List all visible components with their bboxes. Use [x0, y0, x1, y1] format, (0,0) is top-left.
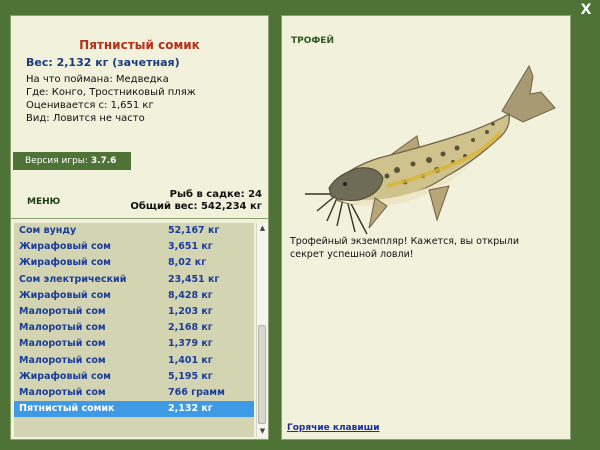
catch-list-panel: Сом вунду 52,167 кг Жирафовый сом 3,651 кг Ж… [10, 219, 269, 440]
menu-button[interactable]: МЕНЮ [27, 197, 60, 207]
list-item-name: Жирафовый сом [19, 289, 111, 301]
list-item-name: Малоротый сом [19, 386, 106, 398]
list-item-weight: 1,379 кг [168, 338, 213, 350]
scroll-thumb[interactable] [258, 325, 266, 424]
list-item[interactable]: Жирафовый сом 5,195 кг [14, 369, 254, 385]
list-item-weight: 8,428 кг [168, 289, 213, 301]
catfish-image [305, 64, 556, 235]
fish-title: Пятнистый сомик [79, 38, 200, 52]
list-item-weight: 1,401 кг [168, 354, 213, 366]
list-item-weight: 8,02 кг [168, 257, 207, 269]
list-item-name: Жирафовый сом [19, 370, 111, 382]
list-item-name: Жирафовый сом [19, 241, 111, 253]
fish-weight: Вес: 2,132 кг (зачетная) [26, 56, 180, 69]
list-item-weight: 2,132 кг [168, 403, 213, 415]
list-item[interactable]: Жирафовый сом 3,651 кг [14, 239, 254, 255]
list-item[interactable]: Жирафовый сом 8,02 кг [14, 255, 254, 271]
list-item-weight: 3,651 кг [168, 241, 213, 253]
close-button[interactable]: X [578, 2, 594, 18]
list-item-weight: 1,203 кг [168, 305, 213, 317]
rarity-line: Вид: Ловится не часто [26, 113, 145, 124]
list-item-name: Малоротый сом [19, 354, 106, 366]
list-item[interactable]: Малоротый сом 1,379 кг [14, 336, 254, 352]
catch-list: Сом вунду 52,167 кг Жирафовый сом 3,651 кг Ж… [14, 223, 254, 437]
list-item-name: Сом электрический [19, 273, 127, 285]
scroll-down-icon[interactable]: ▼ [257, 426, 268, 437]
catch-list-scrollbar[interactable]: ▲ ▼ [256, 223, 268, 437]
fish-info-panel: Пятнистый сомик Вес: 2,132 кг (зачетная)… [10, 15, 269, 219]
version-badge: Версия игры: 3.7.6 [13, 152, 131, 170]
list-item-weight: 2,168 кг [168, 322, 213, 334]
version-value: 3.7.6 [90, 156, 117, 166]
list-item-name: Малоротый сом [19, 338, 106, 350]
trophy-panel: ТРОФЕЙ Трофейный экземпляр! Кажется, вы … [281, 15, 571, 440]
trophy-threshold-line: Оценивается с: 1,651 кг [26, 100, 154, 111]
list-item-weight: 23,451 кг [168, 273, 220, 285]
list-item-name: Малоротый сом [19, 305, 106, 317]
list-item[interactable]: Сом вунду 52,167 кг [14, 223, 254, 239]
scroll-up-icon[interactable]: ▲ [257, 223, 268, 234]
list-item-weight: 5,195 кг [168, 370, 213, 382]
list-item[interactable]: Пятнистый сомик 2,132 кг [14, 401, 254, 418]
catch-stats: Рыб в садке: 24 Общий вес: 542,234 кг [130, 189, 262, 213]
list-item-name: Малоротый сом [19, 322, 106, 334]
list-item[interactable]: Малоротый сом 766 грамм [14, 385, 254, 401]
list-item[interactable]: Малоротый сом 1,203 кг [14, 304, 254, 320]
list-item-weight: 52,167 кг [168, 225, 220, 236]
list-item[interactable]: Малоротый сом 2,168 кг [14, 320, 254, 336]
total-weight: Общий вес: 542,234 кг [130, 201, 262, 212]
list-item-name: Пятнистый сомик [19, 403, 115, 415]
fish-details: На что поймана: Медведка Где: Конго, Тро… [26, 73, 196, 125]
list-item[interactable]: Жирафовый сом 8,428 кг [14, 288, 254, 304]
location-line: Где: Конго, Тростниковый пляж [26, 87, 196, 98]
trophy-message: Трофейный экземпляр! Кажется, вы открыли… [290, 236, 520, 260]
list-item[interactable]: Малоротый сом 1,401 кг [14, 353, 254, 369]
list-item-weight: 766 грамм [168, 386, 225, 398]
list-item[interactable]: Сом электрический 23,451 кг [14, 272, 254, 288]
list-item-name: Жирафовый сом [19, 257, 111, 269]
list-item-name: Сом вунду [19, 225, 77, 236]
hotkeys-link[interactable]: Горячие клавиши [287, 423, 380, 433]
bait-line: На что поймана: Медведка [26, 74, 169, 85]
fish-count: Рыб в садке: 24 [169, 189, 262, 200]
version-label: Версия игры: [25, 156, 88, 166]
